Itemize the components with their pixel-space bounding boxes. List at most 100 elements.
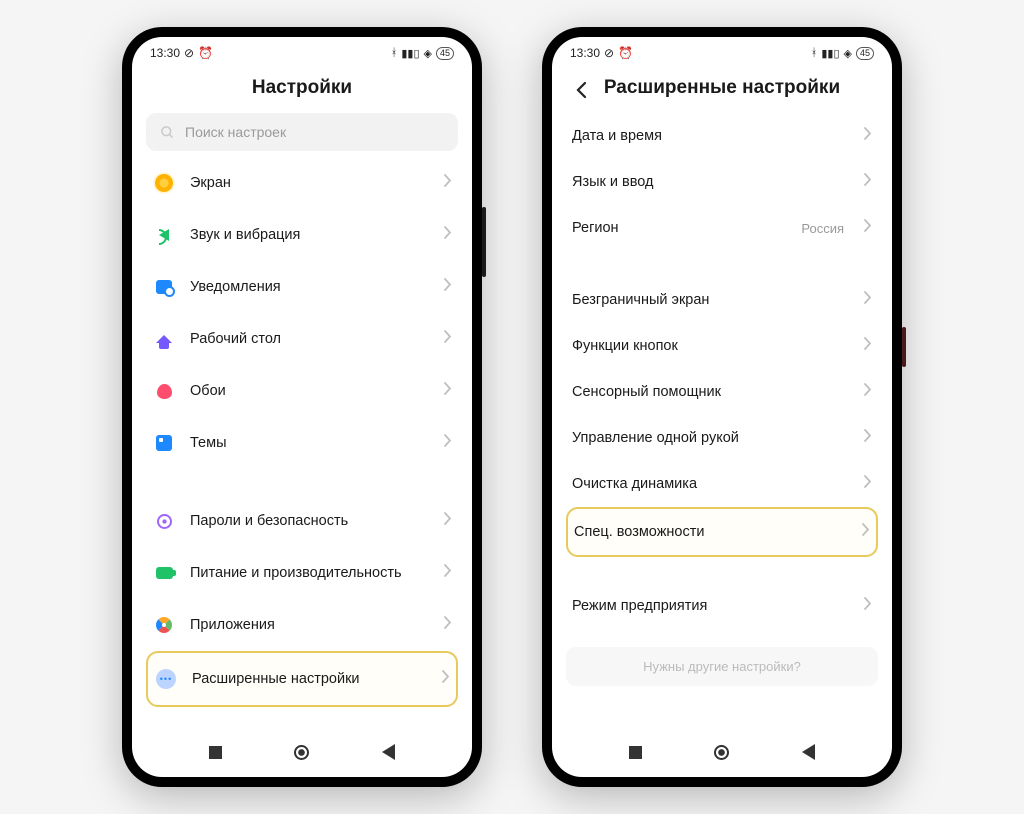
alarm-icon: ⏰ <box>618 46 633 60</box>
row-buttons[interactable]: Функции кнопок <box>566 323 878 369</box>
row-themes[interactable]: Темы <box>146 417 458 469</box>
row-label: Режим предприятия <box>572 598 850 614</box>
row-onehand[interactable]: Управление одной рукой <box>566 415 878 461</box>
row-label: Безграничный экран <box>572 292 850 308</box>
row-label: Очистка динамика <box>572 476 850 492</box>
row-label: Регион <box>572 220 787 236</box>
row-speaker-clean[interactable]: Очистка динамика <box>566 461 878 507</box>
row-region[interactable]: Регион Россия <box>566 205 878 251</box>
row-label: Темы <box>190 435 430 451</box>
row-sound[interactable]: Звук и вибрация <box>146 209 458 261</box>
row-display[interactable]: Экран <box>146 157 458 209</box>
header: Настройки <box>132 65 472 113</box>
row-language[interactable]: Язык и ввод <box>566 159 878 205</box>
search-input[interactable]: Поиск настроек <box>146 113 458 151</box>
row-label: Расширенные настройки <box>192 671 428 687</box>
row-label: Управление одной рукой <box>572 430 850 446</box>
chevron-right-icon <box>444 226 452 244</box>
row-wallpaper[interactable]: Обои <box>146 365 458 417</box>
navigation-bar <box>132 733 472 777</box>
row-label: Спец. возможности <box>574 524 848 540</box>
row-quickball[interactable]: Сенсорный помощник <box>566 369 878 415</box>
screen: 13:30 ⊘ ⏰ ᚼ ▮▮▯ ◈ 45 Расширенные настрой… <box>552 37 892 777</box>
row-label: Нужны другие настройки? <box>643 659 801 674</box>
nav-recents[interactable] <box>625 742 645 762</box>
chevron-right-icon <box>864 291 872 309</box>
page-title: Настройки <box>152 77 452 99</box>
phone-right: 13:30 ⊘ ⏰ ᚼ ▮▮▯ ◈ 45 Расширенные настрой… <box>542 27 902 787</box>
nav-back[interactable] <box>799 742 819 762</box>
row-fullscreen[interactable]: Безграничный экран <box>566 277 878 323</box>
battery-icon: 45 <box>436 47 454 60</box>
nav-home[interactable] <box>292 742 312 762</box>
chevron-right-icon <box>444 174 452 192</box>
navigation-bar <box>552 733 892 777</box>
home-icon <box>152 327 176 351</box>
nav-recents[interactable] <box>205 742 225 762</box>
sound-icon <box>152 223 176 247</box>
lock-icon <box>152 509 176 533</box>
dnd-icon: ⊘ <box>184 46 194 60</box>
apps-icon <box>152 613 176 637</box>
bluetooth-icon: ᚼ <box>391 47 398 59</box>
row-label: Уведомления <box>190 279 430 295</box>
status-bar: 13:30 ⊘ ⏰ ᚼ ▮▮▯ ◈ 45 <box>132 37 472 65</box>
nav-home[interactable] <box>712 742 732 762</box>
row-label: Дата и время <box>572 128 850 144</box>
chevron-right-icon <box>864 597 872 615</box>
row-security[interactable]: Пароли и безопасность <box>146 495 458 547</box>
chevron-right-icon <box>864 219 872 237</box>
search-icon <box>160 125 175 140</box>
chevron-right-icon <box>864 475 872 493</box>
alarm-icon: ⏰ <box>198 46 213 60</box>
chevron-right-icon <box>864 337 872 355</box>
settings-list: Дата и время Язык и ввод Регион Россия Б… <box>552 113 892 733</box>
settings-list: Экран Звук и вибрация Уведомления Рабочи… <box>132 157 472 733</box>
row-notifications[interactable]: Уведомления <box>146 261 458 313</box>
row-label: Питание и производительность <box>190 565 430 581</box>
themes-icon <box>152 431 176 455</box>
row-label: Обои <box>190 383 430 399</box>
wifi-icon: ◈ <box>844 47 852 60</box>
more-icon <box>154 667 178 691</box>
signal-icon: ▮▮▯ <box>401 47 419 60</box>
row-power[interactable]: Питание и производительность <box>146 547 458 599</box>
row-other-settings[interactable]: Нужны другие настройки? <box>566 647 878 686</box>
dnd-icon: ⊘ <box>604 46 614 60</box>
chevron-right-icon <box>444 564 452 582</box>
chevron-right-icon <box>444 434 452 452</box>
signal-icon: ▮▮▯ <box>821 47 839 60</box>
chevron-right-icon <box>864 173 872 191</box>
display-icon <box>152 171 176 195</box>
header: Расширенные настройки <box>552 65 892 113</box>
status-bar: 13:30 ⊘ ⏰ ᚼ ▮▮▯ ◈ 45 <box>552 37 892 65</box>
row-label: Приложения <box>190 617 430 633</box>
row-label: Язык и ввод <box>572 174 850 190</box>
row-label: Функции кнопок <box>572 338 850 354</box>
screen: 13:30 ⊘ ⏰ ᚼ ▮▮▯ ◈ 45 Настройки Поиск нас… <box>132 37 472 777</box>
status-time: 13:30 <box>150 46 180 60</box>
row-label: Пароли и безопасность <box>190 513 430 529</box>
chevron-right-icon <box>444 382 452 400</box>
chevron-right-icon <box>444 278 452 296</box>
row-enterprise[interactable]: Режим предприятия <box>566 583 878 629</box>
nav-back[interactable] <box>379 742 399 762</box>
battery-icon: 45 <box>856 47 874 60</box>
chevron-right-icon <box>864 429 872 447</box>
back-button[interactable] <box>570 79 592 101</box>
battery-icon <box>152 561 176 585</box>
row-label: Звук и вибрация <box>190 227 430 243</box>
chevron-right-icon <box>862 523 870 541</box>
search-placeholder: Поиск настроек <box>185 124 286 140</box>
row-apps[interactable]: Приложения <box>146 599 458 651</box>
row-label: Экран <box>190 175 430 191</box>
row-accessibility[interactable]: Спец. возможности <box>566 507 878 557</box>
wallpaper-icon <box>152 379 176 403</box>
status-time: 13:30 <box>570 46 600 60</box>
row-advanced-settings[interactable]: Расширенные настройки <box>146 651 458 707</box>
row-home[interactable]: Рабочий стол <box>146 313 458 365</box>
bluetooth-icon: ᚼ <box>811 47 818 59</box>
phone-left: 13:30 ⊘ ⏰ ᚼ ▮▮▯ ◈ 45 Настройки Поиск нас… <box>122 27 482 787</box>
row-date-time[interactable]: Дата и время <box>566 113 878 159</box>
wifi-icon: ◈ <box>424 47 432 60</box>
